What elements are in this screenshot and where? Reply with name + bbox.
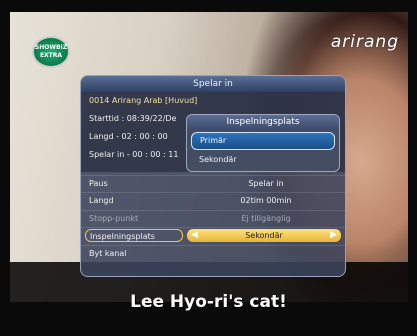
row-label: Stopp-punkt [89,213,139,223]
recording-location-popup: Inspelningsplats Primär Sekondär [186,114,340,172]
panel-title: Spelar in [81,76,345,92]
row-label: Byt kanal [89,248,127,258]
option-primary[interactable]: Primär [191,132,335,150]
row-pause[interactable]: Paus Spelar in [81,175,345,192]
row-stop-point: Stopp-punkt Ej tillgänglig [81,209,345,227]
recording-options-table: Paus Spelar in Langd 02tim 00min Stopp-p… [81,175,345,262]
row-value: 02tim 00min [240,196,292,206]
popup-title: Inspelningsplats [187,115,339,130]
recording-panel: Spelar in 0014 Arirang Arab [Huvud] Star… [80,75,346,277]
selected-value: Sekondär [245,231,283,241]
row-value-selector[interactable]: ◀ Sekondär ▶ [187,229,341,243]
row-length[interactable]: Langd 02tim 00min [81,192,345,209]
recording-elapsed: Spelar in - 00 : 00 : 11 [89,150,179,159]
row-value: Ej tillgänglig [241,213,291,223]
showbiz-extra-badge: SHOWBIZ EXTRA [32,36,70,68]
row-value: Spelar in [248,179,284,188]
left-arrow-icon[interactable]: ◀ [191,229,198,242]
channel-logo: arirang [330,32,399,52]
start-time: Starttid : 08:39/22/De [89,114,177,123]
tv-screen: SHOWBIZ EXTRA arirang Spelar in 0014 Ari… [0,0,417,336]
row-change-channel[interactable]: Byt kanal [81,244,345,262]
channel-name: 0014 Arirang Arab [Huvud] [89,96,198,105]
length-info: Langd - 02 : 00 : 00 [89,132,168,141]
row-label: Paus [89,179,108,188]
row-label: Inspelningsplats [85,229,183,243]
row-recording-location[interactable]: Inspelningsplats ◀ Sekondär ▶ [81,227,345,244]
subtitle: Lee Hyo-ri's cat! [130,292,287,312]
option-secondary[interactable]: Sekondär [191,152,335,168]
row-label: Langd [89,196,114,206]
right-arrow-icon[interactable]: ▶ [330,229,337,242]
